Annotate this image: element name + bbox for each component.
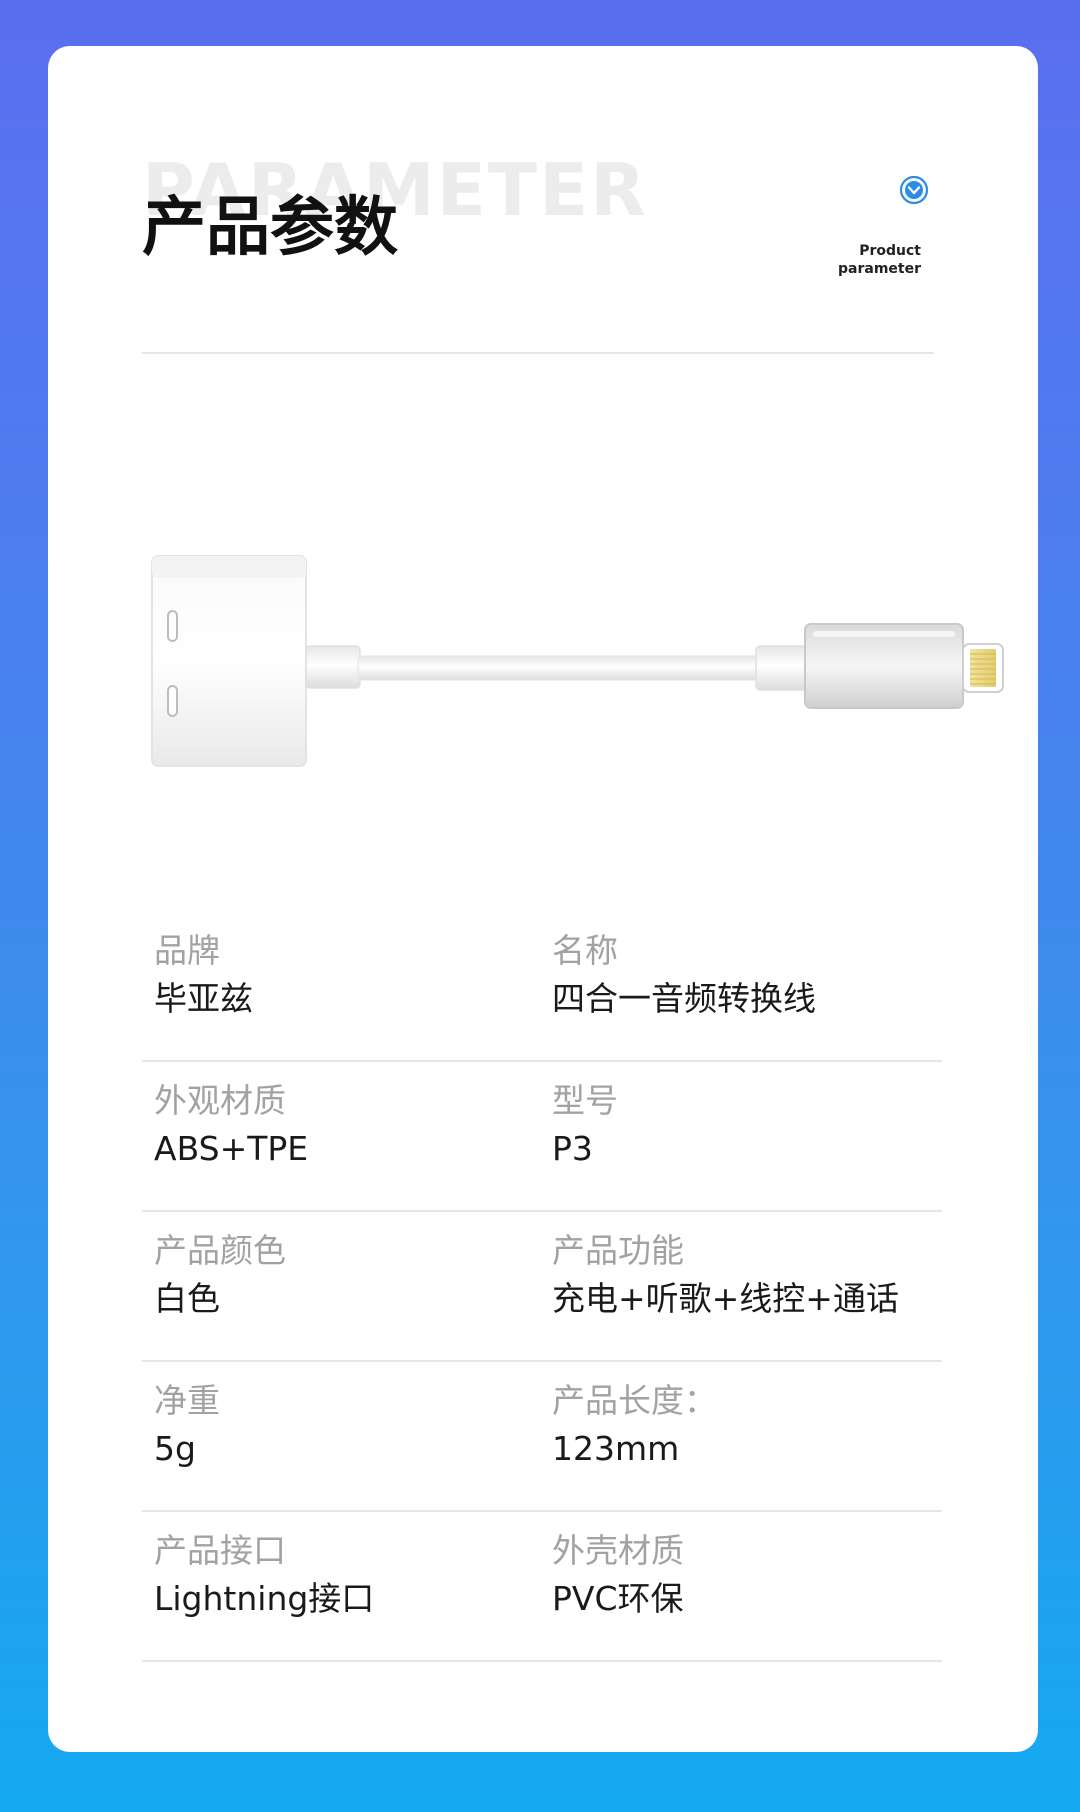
spec-value: 毕亚兹 bbox=[154, 979, 253, 1018]
spec-label: 名称 bbox=[552, 931, 618, 970]
spec-row: 外观材质 ABS+TPE 型号 P3 bbox=[142, 1062, 942, 1212]
spec-label: 净重 bbox=[154, 1381, 220, 1420]
spec-value: ABS+TPE bbox=[154, 1129, 309, 1168]
spec-label: 型号 bbox=[552, 1081, 618, 1120]
parameter-card: PARAMETER 产品参数 Product parameter 品牌 毕亚兹 … bbox=[48, 46, 1038, 1752]
spec-label: 外观材质 bbox=[154, 1081, 286, 1120]
spec-row: 产品颜色 白色 产品功能 充电+听歌+线控+通话 bbox=[142, 1212, 942, 1362]
spec-appearance-material: 外观材质 ABS+TPE bbox=[154, 1080, 308, 1170]
header-divider bbox=[142, 352, 934, 354]
spec-name: 名称 四合一音频转换线 bbox=[552, 930, 816, 1020]
spec-label: 产品功能 bbox=[552, 1231, 684, 1270]
spec-label: 产品接口 bbox=[154, 1531, 286, 1570]
spec-label: 产品长度： bbox=[552, 1381, 717, 1420]
spec-value: 白色 bbox=[154, 1279, 220, 1318]
spec-row: 产品接口 Lightning接口 外壳材质 PVC环保 bbox=[142, 1512, 942, 1662]
spec-value: 充电+听歌+线控+通话 bbox=[552, 1279, 899, 1318]
spec-value: Lightning接口 bbox=[154, 1579, 375, 1618]
spec-label: 品牌 bbox=[154, 931, 220, 970]
spec-label: 产品颜色 bbox=[154, 1231, 286, 1270]
spec-value: 123mm bbox=[552, 1429, 680, 1468]
spec-function: 产品功能 充电+听歌+线控+通话 bbox=[552, 1230, 899, 1320]
spec-weight: 净重 5g bbox=[154, 1380, 220, 1470]
spec-brand: 品牌 毕亚兹 bbox=[154, 930, 253, 1020]
spec-label: 外壳材质 bbox=[552, 1531, 684, 1570]
badge-caption: Product parameter bbox=[838, 242, 921, 278]
chevron-down-circle-icon bbox=[899, 175, 929, 205]
badge-line-product: Product bbox=[859, 243, 921, 259]
spec-value: 四合一音频转换线 bbox=[552, 979, 816, 1018]
spec-shell-material: 外壳材质 PVC环保 bbox=[552, 1530, 684, 1620]
spec-color: 产品颜色 白色 bbox=[154, 1230, 286, 1320]
spec-table: 品牌 毕亚兹 名称 四合一音频转换线 外观材质 ABS+TPE 型号 P3 产品… bbox=[142, 912, 942, 1662]
spec-row: 净重 5g 产品长度： 123mm bbox=[142, 1362, 942, 1512]
spec-model: 型号 P3 bbox=[552, 1080, 618, 1170]
product-image bbox=[151, 555, 1004, 767]
spec-length: 产品长度： 123mm bbox=[552, 1380, 717, 1470]
spec-interface: 产品接口 Lightning接口 bbox=[154, 1530, 374, 1620]
badge-line-parameter: parameter bbox=[838, 261, 921, 277]
spec-value: 5g bbox=[154, 1429, 196, 1468]
spec-value: P3 bbox=[552, 1129, 593, 1168]
spec-row: 品牌 毕亚兹 名称 四合一音频转换线 bbox=[142, 912, 942, 1062]
spec-value: PVC环保 bbox=[552, 1579, 684, 1618]
page-title: 产品参数 bbox=[142, 191, 398, 265]
